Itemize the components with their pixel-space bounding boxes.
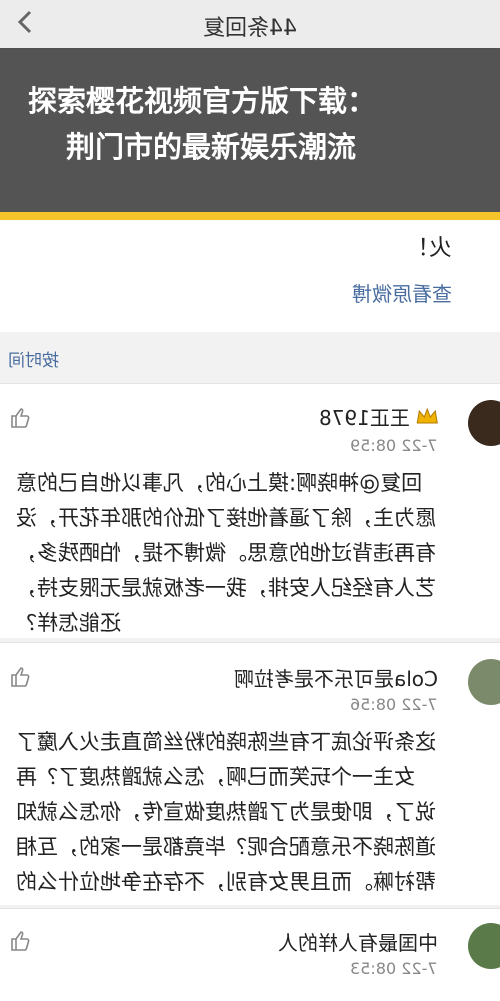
comment-time: 7-22 08:53 (350, 959, 438, 978)
thumbs-up-icon[interactable] (8, 406, 32, 430)
commenter-name[interactable]: Cola是可乐不是考拉啊 (234, 663, 438, 692)
comment-line: 回复@神晓啊:摸上心的，凡事以他自己的意 (16, 471, 423, 495)
avatar[interactable] (468, 400, 500, 446)
post-text-line: 火！ (406, 235, 452, 261)
commenter-name[interactable]: 中国最有人样的人 (278, 927, 438, 956)
comment-line: 道陈晓不乐意配合呢？毕竟都是一家的，互相 (16, 835, 436, 859)
comment-line: 艺人有经纪人安排，我一老板就是无限支持， (16, 576, 436, 600)
comment-time: 7-22 08:59 (350, 436, 438, 455)
original-post-card: 火！ 查看原微博 (0, 220, 500, 332)
page-title: 44条回复 (203, 16, 297, 41)
sort-by-time-button[interactable]: 按时间 (8, 346, 59, 371)
avatar[interactable] (468, 923, 500, 969)
header-bar: 44条回复 (0, 0, 500, 49)
overlay-title-line1: 探索樱花视频官方版下载： (28, 84, 377, 118)
thumbs-up-icon[interactable] (8, 665, 32, 689)
comment-line: 说了，即使是为了蹭热度做宣传，你怎么就知 (16, 800, 436, 824)
avatar[interactable] (468, 659, 500, 705)
comment-line: 还能怎样？ (16, 611, 121, 635)
comment-item: Cola是可乐不是考拉啊 7-22 08:56 这条评论底下有些陈晓的粉丝简直走… (0, 642, 500, 905)
comment-line: 帮衬嘛。而且男女有别，不存在争地位什么的 (16, 870, 436, 894)
comment-line: 女主一个玩笑而已啊，怎么就蹭热度了？再 (16, 765, 415, 789)
commenter-name[interactable]: 王正1978 (319, 402, 438, 431)
comment-line: 愿为主，除了逼着他接了低价的那年花开，没 (16, 506, 436, 530)
comment-body: 回复@神晓啊:摸上心的，凡事以他自己的意 愿为主，除了逼着他接了低价的那年花开，… (16, 466, 440, 641)
comment-body: 这条评论底下有些陈晓的粉丝简直走火入魔了 女主一个玩笑而已啊，怎么就蹭热度了？再… (16, 725, 440, 900)
promo-overlay: 探索樱花视频官方版下载： 荆门市的最新娱乐潮流 (0, 48, 500, 213)
commenter-name-text: 王正1978 (318, 406, 410, 430)
comment-line: 这条评论底下有些陈晓的粉丝简直走火入魔了 (16, 730, 436, 754)
comment-item: 中国最有人样的人 7-22 08:53 (0, 908, 500, 1001)
comment-line: 有再违背过他的意思。微博不提，怕晒残多， (16, 541, 436, 565)
yellow-divider (0, 212, 500, 220)
sort-bar: 按时间 (0, 332, 500, 380)
overlay-title-line2: 荆门市的最新娱乐潮流 (66, 130, 357, 164)
comment-time: 7-22 08:56 (350, 695, 438, 714)
view-original-link[interactable]: 查看原微博 (352, 278, 452, 307)
comment-item: 王正1978 7-22 08:59 回复@神晓啊:摸上心的，凡事以他自己的意 愿… (0, 383, 500, 638)
thumbs-up-icon[interactable] (8, 929, 32, 953)
crown-badge-icon (416, 407, 438, 424)
